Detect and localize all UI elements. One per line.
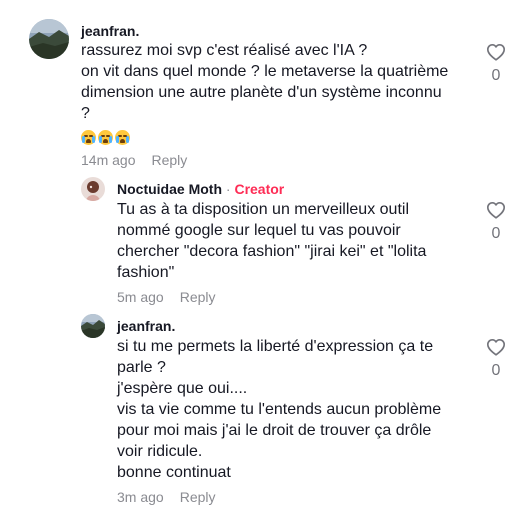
loudly-crying-face-icon xyxy=(98,130,113,146)
reply-button[interactable]: Reply xyxy=(180,289,216,305)
reply-button[interactable]: Reply xyxy=(151,152,187,168)
comment-text-line: voir ridicule. xyxy=(117,443,203,460)
reply-comment-item: jeanfran. si tu me permets la liberté d'… xyxy=(0,312,509,511)
comment-text: si tu me permets la liberté d'expression… xyxy=(117,336,441,483)
reply-comment-item: Noctuidae Moth · Creator Tu as à ta disp… xyxy=(0,175,509,315)
comment-text-line: vis ta vie comme tu l'entends aucun prob… xyxy=(117,401,442,418)
comment-item: jeanfran. rassurez moi svp c'est réalisé… xyxy=(0,0,509,175)
comment-text-line: Tu as à ta disposition un merveilleux ou… xyxy=(117,201,409,218)
comment-text-line: fashion" xyxy=(117,264,175,281)
comment-meta: 5m ago Reply xyxy=(117,289,216,305)
comment-meta: 14m ago Reply xyxy=(81,152,187,168)
comment-text-line: si tu me permets la liberté d'expression… xyxy=(117,338,434,355)
creator-badge: Creator xyxy=(234,181,285,197)
emoji-row xyxy=(81,124,448,146)
comment-text-line: j'espère que oui.... xyxy=(117,380,248,397)
comment-username: Noctuidae Moth · Creator xyxy=(117,181,284,197)
comment-text-line: rassurez moi svp c'est réalisé avec l'IA… xyxy=(81,42,368,59)
comment-text-line: pour moi mais j'ai le droit de trouver ç… xyxy=(117,422,432,439)
comment-timestamp: 3m ago xyxy=(117,489,164,505)
like-button[interactable]: 0 xyxy=(484,201,508,243)
like-button[interactable]: 0 xyxy=(484,43,508,85)
loudly-crying-face-icon xyxy=(81,130,96,146)
like-count: 0 xyxy=(491,225,501,242)
comment-text-line: on vit dans quel monde ? le metaverse la… xyxy=(81,63,449,80)
like-count: 0 xyxy=(491,67,501,84)
avatar[interactable] xyxy=(81,177,105,201)
avatar[interactable] xyxy=(81,314,105,338)
like-count: 0 xyxy=(491,362,501,379)
separator-dot: · xyxy=(222,181,235,197)
comment-timestamp: 14m ago xyxy=(81,152,136,168)
comment-text-line: bonne continuat xyxy=(117,464,231,481)
heart-outline-icon xyxy=(487,43,505,61)
comment-timestamp: 5m ago xyxy=(117,289,164,305)
comment-meta: 3m ago Reply xyxy=(117,489,216,505)
comment-username[interactable]: jeanfran. xyxy=(117,318,175,334)
creator-username[interactable]: Noctuidae Moth xyxy=(117,181,222,197)
like-button[interactable]: 0 xyxy=(484,338,508,380)
comment-text-line: nommé google sur lequel tu vas pouvoir xyxy=(117,222,401,239)
reply-button[interactable]: Reply xyxy=(180,489,216,505)
comment-text: rassurez moi svp c'est réalisé avec l'IA… xyxy=(81,40,449,146)
comment-text-line: chercher "decora fashion" "jirai kei" et… xyxy=(117,243,427,260)
comment-username[interactable]: jeanfran. xyxy=(81,23,139,39)
comment-text-line: parle ? xyxy=(117,359,166,376)
comment-text-line: dimension une autre planète d'un système… xyxy=(81,84,442,101)
comment-text-line: ? xyxy=(81,105,90,122)
heart-outline-icon xyxy=(487,338,505,356)
avatar[interactable] xyxy=(29,19,69,59)
comment-text: Tu as à ta disposition un merveilleux ou… xyxy=(117,199,426,283)
loudly-crying-face-icon xyxy=(115,130,130,146)
heart-outline-icon xyxy=(487,201,505,219)
